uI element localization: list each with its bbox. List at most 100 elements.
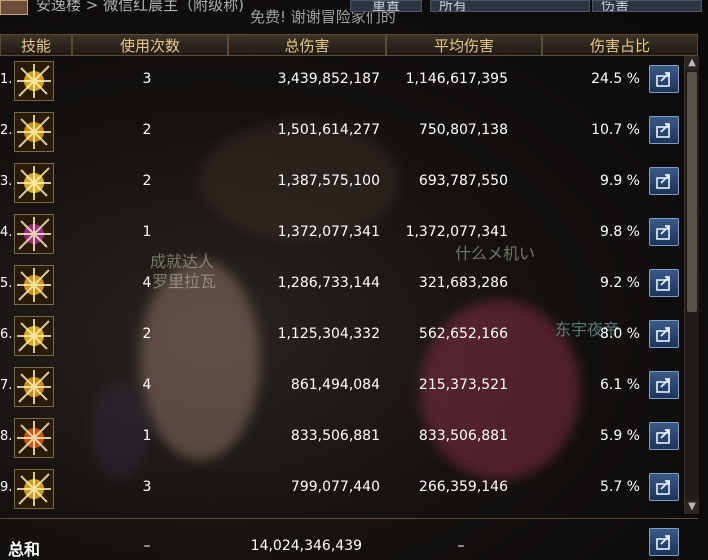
damage-share: 24.5 %: [591, 71, 640, 87]
avg-damage: 266,359,146: [418, 479, 508, 495]
rank-number: 5.: [0, 276, 13, 291]
avg-damage: 750,807,138: [418, 122, 508, 138]
share-icon: [656, 174, 670, 189]
total-label: 总和: [8, 540, 41, 559]
skill-icon[interactable]: [14, 112, 54, 152]
breadcrumb: 安逸楼 > 微信红晨主（附级称): [36, 0, 244, 14]
total-damage: 1,501,614,277: [277, 122, 380, 138]
total-uses: –: [143, 538, 151, 554]
header-damage-share[interactable]: 伤害占比: [542, 34, 698, 56]
share-icon: [656, 72, 670, 87]
skill-icon[interactable]: [14, 265, 54, 305]
skill-icon[interactable]: [14, 316, 54, 356]
damage-share: 8.0 %: [599, 326, 640, 342]
share-button[interactable]: [649, 218, 679, 246]
total-damage: 1,372,077,341: [277, 224, 380, 240]
total-damage: 1,286,733,144: [277, 275, 380, 291]
table-header: 技能 使用次数 总伤害 平均伤害 伤害占比: [0, 34, 698, 56]
scroll-up-button[interactable]: ▲: [685, 56, 699, 70]
share-icon: [656, 225, 670, 240]
share-button[interactable]: [649, 473, 679, 501]
uses-count: 4: [142, 377, 152, 393]
damage-share: 9.8 %: [599, 224, 640, 240]
scrollbar-thumb[interactable]: [687, 72, 697, 312]
total-row: 总和 – 14,024,346,439 –: [0, 520, 698, 560]
share-icon: [656, 327, 670, 342]
share-button[interactable]: [649, 320, 679, 348]
table-row[interactable]: 6. 2 1,125,304,332 562,652,166 8.0 %: [0, 311, 682, 359]
share-total-button[interactable]: [649, 528, 679, 556]
header-total-damage[interactable]: 总伤害: [228, 34, 386, 56]
share-icon: [656, 535, 670, 550]
metric-select[interactable]: 伤害: [592, 0, 702, 12]
damage-share: 10.7 %: [591, 122, 640, 138]
header-avg-damage[interactable]: 平均伤害: [386, 34, 542, 56]
avg-damage: 1,146,617,395: [405, 71, 508, 87]
table-row[interactable]: 4. 1 1,372,077,341 1,372,077,341 9.8 %: [0, 209, 682, 257]
uses-count: 1: [142, 428, 152, 444]
share-icon: [656, 123, 670, 138]
rank-number: 4.: [0, 225, 13, 240]
uses-count: 2: [142, 173, 152, 189]
share-button[interactable]: [649, 65, 679, 93]
total-avg-damage: –: [457, 538, 465, 554]
damage-share: 5.9 %: [599, 428, 640, 444]
table-row[interactable]: 5. 4 1,286,733,144 321,683,286 9.2 %: [0, 260, 682, 308]
uses-count: 3: [142, 71, 152, 87]
skill-icon[interactable]: [14, 214, 54, 254]
table-row[interactable]: 3. 2 1,387,575,100 693,787,550 9.9 %: [0, 158, 682, 206]
total-damage: 14,024,346,439: [250, 538, 362, 554]
uses-count: 2: [142, 122, 152, 138]
damage-share: 9.9 %: [599, 173, 640, 189]
header-uses[interactable]: 使用次数: [72, 34, 228, 56]
damage-share: 6.1 %: [599, 377, 640, 393]
share-button[interactable]: [649, 167, 679, 195]
table-row[interactable]: 7. 4 861,494,084 215,373,521 6.1 %: [0, 362, 682, 410]
share-icon: [656, 378, 670, 393]
avg-damage: 321,683,286: [418, 275, 508, 291]
header-skill[interactable]: 技能: [0, 34, 72, 56]
share-button[interactable]: [649, 371, 679, 399]
rank-number: 7.: [0, 378, 13, 393]
avg-damage: 215,373,521: [418, 377, 508, 393]
avg-damage: 693,787,550: [418, 173, 508, 189]
scroll-down-button[interactable]: ▼: [685, 500, 699, 514]
rank-number: 3.: [0, 174, 13, 189]
share-icon: [656, 276, 670, 291]
skill-icon[interactable]: [14, 61, 54, 101]
avatar: [0, 0, 28, 15]
skill-icon[interactable]: [14, 469, 54, 509]
rank-number: 8.: [0, 429, 13, 444]
uses-count: 3: [142, 479, 152, 495]
table-row[interactable]: 2. 2 1,501,614,277 750,807,138 10.7 %: [0, 107, 682, 155]
damage-share: 9.2 %: [599, 275, 640, 291]
share-button[interactable]: [649, 422, 679, 450]
skill-icon[interactable]: [14, 163, 54, 203]
total-damage: 1,125,304,332: [277, 326, 380, 342]
damage-share: 5.7 %: [599, 479, 640, 495]
filter-select[interactable]: 所有: [430, 0, 590, 12]
skill-icon[interactable]: [14, 418, 54, 458]
rank-number: 1.: [0, 72, 13, 87]
reset-select[interactable]: 重置: [350, 0, 422, 12]
total-damage: 799,077,440: [290, 479, 380, 495]
share-button[interactable]: [649, 116, 679, 144]
uses-count: 4: [142, 275, 152, 291]
avg-damage: 1,372,077,341: [405, 224, 508, 240]
total-damage: 833,506,881: [290, 428, 380, 444]
table-row[interactable]: 8. 1 833,506,881 833,506,881 5.9 %: [0, 413, 682, 461]
share-icon: [656, 429, 670, 444]
skill-icon[interactable]: [14, 367, 54, 407]
table-row[interactable]: 1. 3 3,439,852,187 1,146,617,395 24.5 %: [0, 56, 682, 104]
uses-count: 2: [142, 326, 152, 342]
top-bar: 安逸楼 > 微信红晨主（附级称) 免费! 谢谢冒险家们的 重置 所有 伤害: [0, 0, 708, 34]
scrollbar[interactable]: ▲ ▼: [684, 56, 699, 514]
table-row[interactable]: 9. 3 799,077,440 266,359,146 5.7 %: [0, 464, 682, 512]
avg-damage: 833,506,881: [418, 428, 508, 444]
total-damage: 861,494,084: [290, 377, 380, 393]
share-icon: [656, 480, 670, 495]
share-button[interactable]: [649, 269, 679, 297]
uses-count: 1: [142, 224, 152, 240]
total-damage: 3,439,852,187: [277, 71, 380, 87]
rank-number: 9.: [0, 480, 13, 495]
